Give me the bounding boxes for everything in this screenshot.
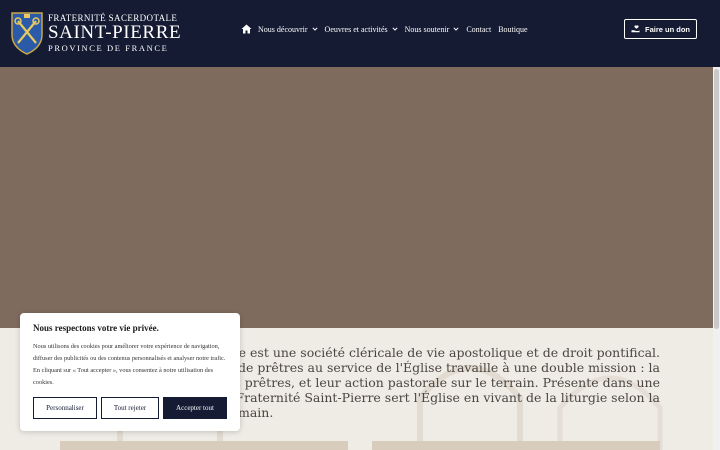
cookie-buttons: Personnaliser Tout rejeter Accepter tout bbox=[33, 397, 231, 419]
hero-banner bbox=[0, 67, 713, 328]
cookie-title: Nous respectons votre vie privée. bbox=[33, 323, 159, 333]
customize-button[interactable]: Personnaliser bbox=[33, 397, 97, 419]
coat-of-arms-icon bbox=[11, 12, 43, 55]
nav-item-oeuvres[interactable]: Oeuvres et activités bbox=[325, 25, 398, 34]
nav-item-label: Nous soutenir bbox=[404, 24, 450, 34]
scrollbar-thumb[interactable] bbox=[714, 69, 719, 329]
site-header: FRATERNITÉ SACERDOTALE SAINT-PIERRE PROV… bbox=[0, 0, 720, 67]
nav-item-label: Oeuvres et activités bbox=[324, 24, 388, 34]
hand-heart-icon bbox=[631, 25, 640, 33]
nav-item-label: Contact bbox=[466, 24, 492, 34]
nav-item-contact[interactable]: Contact bbox=[466, 25, 491, 34]
main-nav: Nous découvrir Oeuvres et activités Nous… bbox=[241, 22, 535, 36]
nav-item-nous-soutenir[interactable]: Nous soutenir bbox=[405, 25, 460, 34]
cookie-text: Nous utilisons des cookies pour améliore… bbox=[33, 343, 226, 386]
cookie-consent-banner: Nous respectons votre vie privée. Nous u… bbox=[20, 313, 240, 431]
feature-card[interactable] bbox=[60, 441, 348, 450]
nav-item-boutique[interactable]: Boutique bbox=[498, 25, 527, 34]
chevron-down-icon bbox=[311, 27, 318, 31]
home-icon[interactable] bbox=[241, 24, 252, 34]
logo-line-2: SAINT-PIERRE bbox=[48, 22, 182, 43]
nav-item-label: Boutique bbox=[498, 24, 528, 34]
feature-card[interactable] bbox=[372, 441, 660, 450]
donate-button[interactable]: Faire un don bbox=[624, 19, 697, 39]
chevron-down-icon bbox=[392, 27, 398, 31]
accept-all-button[interactable]: Accepter tout bbox=[163, 397, 227, 419]
site-logo[interactable]: FRATERNITÉ SACERDOTALE SAINT-PIERRE PROV… bbox=[10, 11, 181, 55]
nav-item-nous-decouvrir[interactable]: Nous découvrir bbox=[258, 25, 318, 34]
donate-label: Faire un don bbox=[645, 24, 690, 34]
logo-line-3: PROVINCE DE FRANCE bbox=[48, 43, 169, 53]
chevron-down-icon bbox=[453, 27, 459, 31]
reject-all-button[interactable]: Tout rejeter bbox=[101, 397, 159, 419]
nav-item-label: Nous découvrir bbox=[258, 24, 308, 34]
